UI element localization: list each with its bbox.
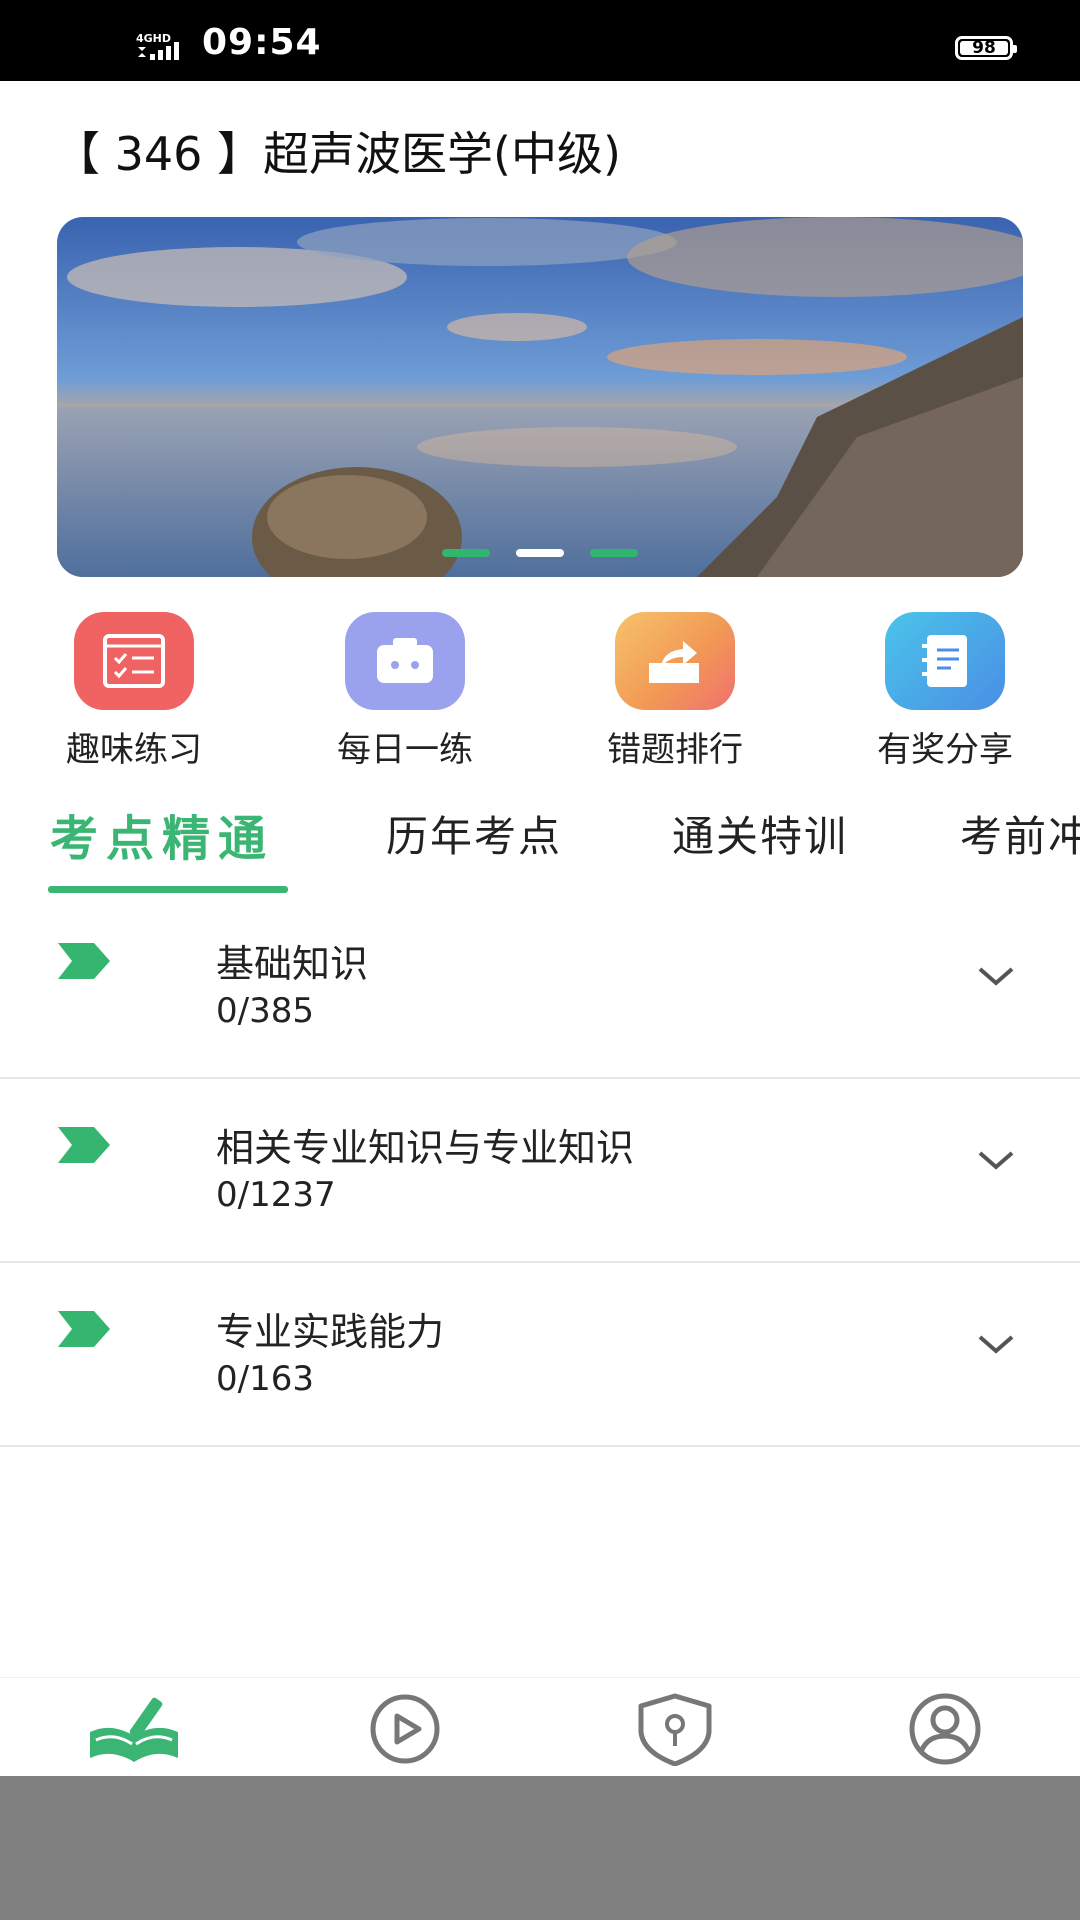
chevron-flag-icon — [58, 943, 110, 979]
daily-box-icon — [345, 612, 465, 710]
chevron-flag-icon — [58, 1311, 110, 1347]
quick-actions: 趣味练习 每日一练 错题排行 有奖分享 — [0, 612, 1080, 772]
banner-image — [57, 217, 1023, 577]
quick-action-daily-practice[interactable]: 每日一练 — [305, 612, 505, 771]
section-title: 相关专业知识与专业知识 — [216, 1126, 635, 1170]
bottom-nav: 题库 课程 宝券 我的 — [0, 1677, 1080, 1806]
carousel-dot-active[interactable] — [516, 549, 564, 557]
shield-lock-icon — [638, 1693, 712, 1767]
share-arrow-icon — [615, 612, 735, 710]
status-bar: 4GHD 09:54 98 — [0, 0, 1080, 81]
bottom-overlay — [0, 1776, 1080, 1920]
list-item[interactable]: 专业实践能力 0/163 — [0, 1263, 1080, 1447]
signal-icon: 4GHD — [136, 32, 179, 60]
quick-action-wrong-ranking[interactable]: 错题排行 — [575, 612, 775, 771]
status-time: 09:54 — [202, 22, 322, 63]
section-count: 0/1237 — [216, 1175, 336, 1215]
practice-list-icon — [74, 612, 194, 710]
carousel-indicator — [57, 549, 1023, 557]
chevron-down-icon[interactable] — [976, 1149, 1016, 1173]
battery-icon: 98 — [955, 36, 1017, 60]
carousel-dot[interactable] — [442, 549, 490, 557]
play-circle-icon — [370, 1694, 440, 1764]
quick-action-label: 有奖分享 — [877, 730, 1013, 770]
quick-action-label: 趣味练习 — [66, 730, 202, 770]
battery-level: 98 — [972, 38, 996, 58]
tab-pre-exam[interactable]: 考前冲 — [960, 803, 1080, 864]
user-avatar-icon — [909, 1693, 981, 1765]
section-count: 0/385 — [216, 991, 314, 1031]
quick-action-reward-share[interactable]: 有奖分享 — [845, 612, 1045, 771]
tab-past-points[interactable]: 历年考点 — [386, 803, 562, 864]
section-count: 0/163 — [216, 1359, 314, 1399]
tab-key-points[interactable]: 考点精通 — [50, 799, 274, 869]
list-item[interactable]: 相关专业知识与专业知识 0/1237 — [0, 1079, 1080, 1263]
quick-action-label: 每日一练 — [337, 730, 473, 770]
section-title: 基础知识 — [216, 942, 369, 986]
chevron-flag-icon — [58, 1127, 110, 1163]
section-title: 专业实践能力 — [216, 1310, 445, 1354]
chevron-down-icon[interactable] — [976, 1333, 1016, 1357]
banner-carousel[interactable] — [57, 217, 1023, 577]
section-list: 基础知识 0/385 相关专业知识与专业知识 0/1237 专业实践能力 0/1… — [0, 895, 1080, 1447]
category-tabs: 考点精通 历年考点 通关特训 考前冲 — [0, 795, 1080, 895]
chevron-down-icon[interactable] — [976, 965, 1016, 989]
page-title: 【 346 】超声波医学(中级) — [54, 127, 621, 181]
notebook-icon — [885, 612, 1005, 710]
book-pen-icon — [90, 1697, 178, 1762]
list-item[interactable]: 基础知识 0/385 — [0, 895, 1080, 1079]
tab-special-training[interactable]: 通关特训 — [672, 803, 848, 864]
svg-text:4GHD: 4GHD — [136, 32, 171, 45]
active-tab-indicator — [48, 886, 288, 893]
quick-action-fun-practice[interactable]: 趣味练习 — [34, 612, 234, 771]
carousel-dot[interactable] — [590, 549, 638, 557]
quick-action-label: 错题排行 — [607, 730, 743, 770]
